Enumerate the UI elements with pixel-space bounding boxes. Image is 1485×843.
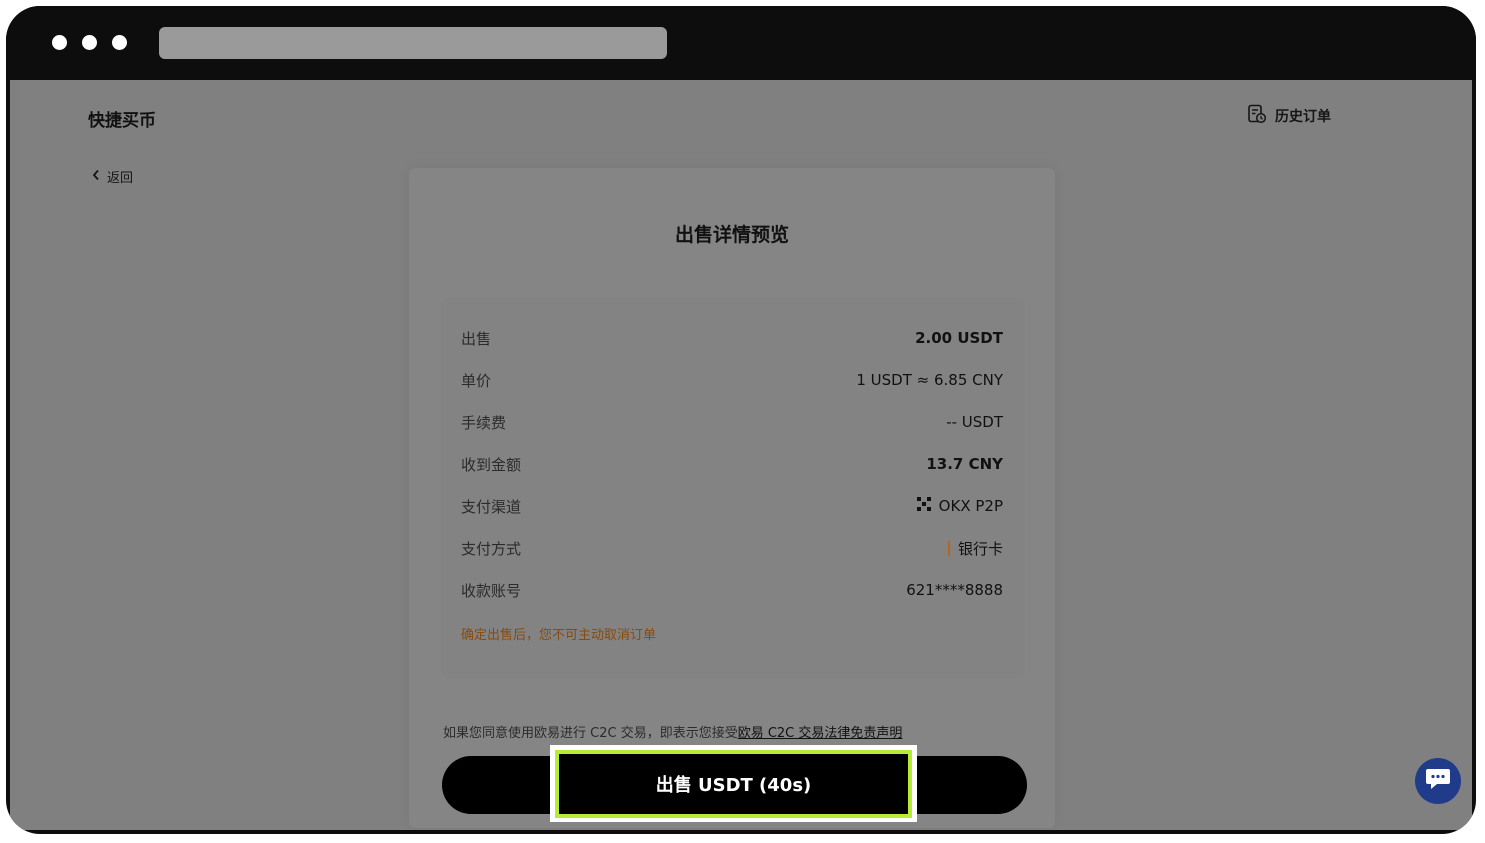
- chevron-left-icon: [92, 169, 100, 185]
- summary-row-received-amount: 收到金额 13.7 CNY: [461, 452, 1003, 476]
- disclaimer-text: 如果您同意使用欧易进行 C2C 交易，即表示您接受: [443, 726, 738, 741]
- disclaimer-link[interactable]: 欧易 C2C 交易法律免责声明: [738, 726, 903, 741]
- row-value-wrap: 银行卡: [947, 538, 1003, 559]
- window-dot-close[interactable]: [52, 35, 67, 50]
- address-bar[interactable]: [159, 27, 667, 59]
- summary-row-payment-method: 支付方式 银行卡: [461, 536, 1003, 560]
- window-dot-maximize[interactable]: [112, 35, 127, 50]
- summary-row-sell: 出售 2.00 USDT: [461, 326, 1003, 350]
- row-label: 支付渠道: [461, 497, 522, 516]
- summary-row-fee: 手续费 -- USDT: [461, 410, 1003, 434]
- summary-row-account-number: 收款账号 621****8888: [461, 578, 1003, 602]
- row-label: 收到金额: [461, 455, 522, 474]
- history-orders-label: 历史订单: [1275, 109, 1331, 125]
- summary-row-payment-channel: 支付渠道 OKX P2P: [461, 494, 1003, 518]
- row-value: 1 USDT ≈ 6.85 CNY: [856, 371, 1003, 389]
- row-value: 银行卡: [957, 539, 1003, 558]
- history-orders-link[interactable]: 历史订单: [1247, 104, 1331, 128]
- browser-titlebar: [6, 6, 1476, 80]
- row-label: 出售: [461, 329, 492, 348]
- row-label: 收款账号: [461, 581, 522, 600]
- history-orders-icon: [1247, 104, 1267, 128]
- row-value-wrap: OKX P2P: [916, 497, 1003, 515]
- back-link[interactable]: 返回: [92, 167, 133, 186]
- cancel-warning-text: 确定出售后，您不可主动取消订单: [461, 628, 657, 643]
- sell-usdt-button[interactable]: 出售 USDT (40s): [555, 750, 912, 818]
- row-label: 支付方式: [461, 539, 522, 558]
- row-label: 单价: [461, 371, 492, 390]
- browser-window: 快捷买币 历史订单 返回 出售详情预览 出售 2.00 USDT 单价 1 US…: [6, 6, 1476, 834]
- row-value: 621****8888: [906, 581, 1003, 599]
- okx-logo-icon: [916, 497, 931, 515]
- bank-card-indicator-icon: [947, 540, 950, 556]
- row-value: -- USDT: [946, 413, 1003, 431]
- row-label: 手续费: [461, 413, 507, 432]
- sell-button-label: 出售 USDT (40s): [655, 775, 812, 796]
- page-brand-title: 快捷买币: [88, 111, 156, 131]
- card-title: 出售详情预览: [674, 224, 789, 246]
- page-viewport: 快捷买币 历史订单 返回 出售详情预览 出售 2.00 USDT 单价 1 US…: [10, 80, 1472, 830]
- row-value: 13.7 CNY: [926, 455, 1003, 473]
- back-label: 返回: [107, 171, 134, 186]
- row-value: OKX P2P: [938, 497, 1003, 515]
- window-dot-minimize[interactable]: [82, 35, 97, 50]
- chat-bubble-icon: [1425, 767, 1451, 795]
- support-chat-button[interactable]: [1415, 758, 1461, 804]
- summary-row-unit-price: 单价 1 USDT ≈ 6.85 CNY: [461, 368, 1003, 392]
- row-value: 2.00 USDT: [915, 329, 1003, 347]
- order-summary-panel: 出售 2.00 USDT 单价 1 USDT ≈ 6.85 CNY 手续费 --…: [441, 298, 1025, 678]
- legal-disclaimer: 如果您同意使用欧易进行 C2C 交易，即表示您接受欧易 C2C 交易法律免责声明: [443, 722, 902, 741]
